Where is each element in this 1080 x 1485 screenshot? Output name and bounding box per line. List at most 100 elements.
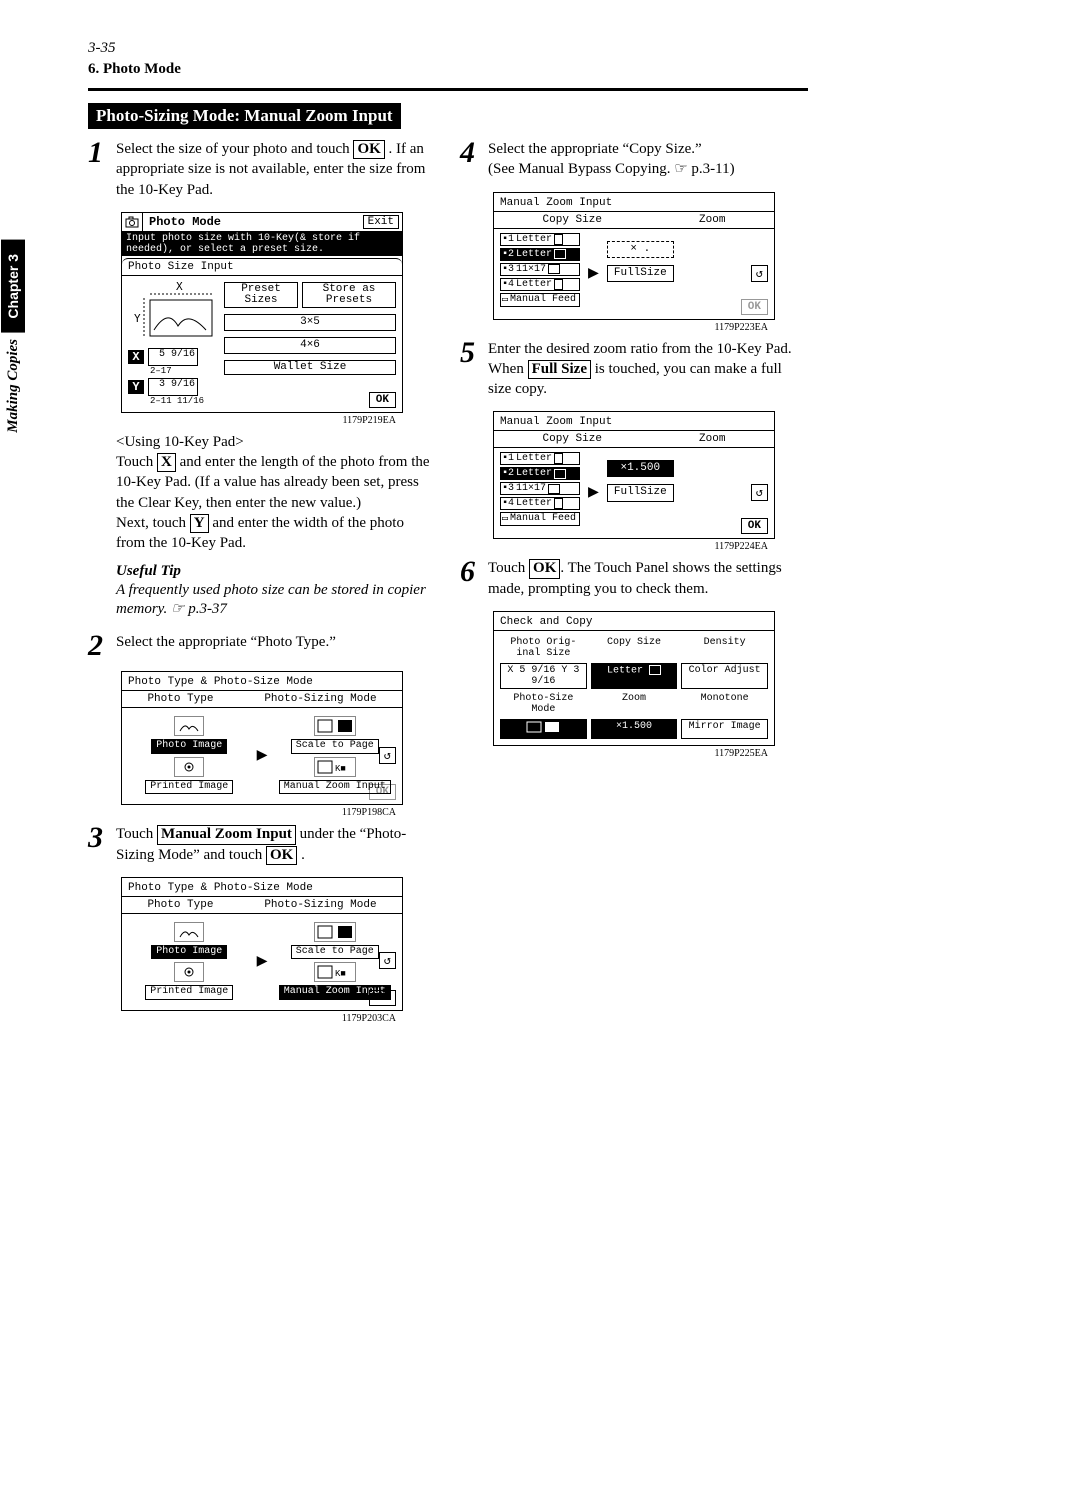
letter-portrait-button[interactable]: ▪1Letter — [500, 233, 580, 246]
arrow-right-icon: ▶ — [257, 744, 268, 766]
panel-instruction: Input photo size with 10-Key(& store if … — [122, 232, 402, 256]
col-zoom: Zoom — [699, 214, 725, 226]
undo-button[interactable]: ↺ — [379, 747, 396, 764]
manual-feed-button[interactable]: ▭Manual Feed — [500, 293, 580, 307]
y-key: Y — [190, 514, 209, 533]
panel-title: Manual Zoom Input — [494, 195, 774, 212]
rule — [88, 88, 808, 91]
hdr-photo-size-mode: Photo-Size Mode — [500, 693, 587, 715]
panel-title: Photo Mode — [143, 213, 360, 231]
using-10key-heading: <Using 10-Key Pad> — [116, 432, 436, 452]
manual-feed-button[interactable]: ▭Manual Feed — [500, 512, 580, 526]
col-copy-size: Copy Size — [543, 214, 602, 226]
figure-caption: 1179P219EA — [88, 415, 396, 426]
val-photo-size-mode[interactable] — [500, 719, 587, 739]
tray3-icon: ▪3 — [502, 483, 514, 494]
step-1-text: Select the size of your photo and touch … — [116, 139, 436, 200]
y-label[interactable]: Y — [128, 380, 144, 394]
figure-caption: 1179P224EA — [460, 541, 768, 552]
fullsize-button[interactable]: FullSize — [607, 265, 674, 282]
landscape-icon — [554, 469, 566, 479]
printed-image-button[interactable]: Printed Image — [145, 985, 233, 1000]
undo-button[interactable]: ↺ — [379, 952, 396, 969]
size-4x6-button[interactable]: 4×6 — [224, 337, 396, 354]
figure-caption: 1179P223EA — [460, 322, 768, 333]
11x17-button[interactable]: ▪311×17 — [500, 263, 580, 276]
step-number-5: 5 — [460, 339, 478, 400]
fullsize-key: Full Size — [528, 360, 591, 379]
photo-image-button[interactable]: Photo Image — [151, 945, 227, 960]
section-heading: 6. Photo Mode — [88, 61, 1000, 78]
photo-image-button[interactable]: Photo Image — [151, 739, 227, 754]
step-number-2: 2 — [88, 632, 106, 659]
landscape-icon — [554, 249, 566, 259]
manual-zoom-icon: K■ — [314, 757, 356, 777]
hdr-copy-size: Copy Size — [591, 637, 678, 659]
portrait-icon — [554, 453, 563, 464]
undo-button[interactable]: ↺ — [751, 484, 768, 501]
x-label[interactable]: X — [128, 350, 144, 364]
step-number-6: 6 — [460, 558, 478, 599]
col-photo-type: Photo Type — [147, 899, 213, 911]
scale-to-page-button[interactable]: Scale to Page — [291, 945, 379, 960]
chapter-tab: Chapter 3 — [1, 240, 25, 333]
hdr-monotone: Monotone — [681, 693, 768, 715]
exit-button[interactable]: Exit — [363, 215, 399, 229]
11x17-button[interactable]: ▪311×17 — [500, 482, 580, 495]
ok-key: OK — [529, 559, 560, 578]
printed-image-button[interactable]: Printed Image — [145, 780, 233, 795]
ok-button-disabled: OK — [741, 299, 768, 315]
step-6-text: Touch OK. The Touch Panel shows the sett… — [488, 558, 808, 599]
manual-feed-icon: ▭ — [502, 294, 508, 306]
step-1-x-instruction: Touch X and enter the length of the phot… — [116, 452, 436, 513]
svg-text:X: X — [176, 280, 183, 293]
xy-diagram: X Y X5 9/16 2–17 Y3 9/16 2–11 11/16 — [128, 280, 218, 406]
panel-subhead: Photo Size Input — [122, 258, 402, 276]
ok-button[interactable]: OK — [369, 392, 396, 408]
panel-manual-zoom-1: Manual Zoom Input Copy Size Zoom ▪1Letter… — [493, 192, 775, 320]
tray4-icon: ▪4 — [502, 498, 514, 509]
ok-button[interactable]: OK — [741, 518, 768, 534]
svg-text:Y: Y — [134, 312, 141, 325]
ok-key: OK — [266, 846, 297, 865]
step-number-3: 3 — [88, 824, 106, 865]
manual-zoom-input-key: Manual Zoom Input — [157, 825, 296, 844]
letter-landscape-button[interactable]: ▪2Letter — [500, 248, 580, 261]
size-3x5-button[interactable]: 3×5 — [224, 314, 396, 331]
btn-mirror-image[interactable]: Mirror Image — [681, 719, 768, 739]
val-zoom[interactable]: ×1.500 — [591, 719, 678, 739]
col-sizing-mode: Photo-Sizing Mode — [264, 693, 376, 705]
photo-icon — [174, 922, 204, 942]
ok-key: OK — [353, 140, 384, 159]
figure-caption: 1179P225EA — [460, 748, 768, 759]
letter-portrait2-button[interactable]: ▪4Letter — [500, 278, 580, 291]
fullsize-button[interactable]: FullSize — [607, 484, 674, 501]
step-3-text: Touch Manual Zoom Input under the “Photo… — [116, 824, 436, 865]
portrait-icon — [554, 279, 563, 290]
preset-sizes-button[interactable]: Preset Sizes — [224, 282, 298, 308]
printed-icon — [174, 757, 204, 777]
undo-button[interactable]: ↺ — [751, 265, 768, 282]
letter-portrait2-button[interactable]: ▪4Letter — [500, 497, 580, 510]
tray2-icon: ▪2 — [502, 468, 514, 479]
zoom-value: × . — [607, 241, 674, 258]
mode-heading: Photo-Sizing Mode: Manual Zoom Input — [88, 103, 401, 129]
x-key: X — [157, 453, 176, 472]
ok-button[interactable]: OK — [369, 990, 396, 1006]
step-5-text: Enter the desired zoom ratio from the 10… — [488, 339, 808, 400]
val-orig-size[interactable]: X 5 9/16 Y 3 9/16 — [500, 663, 587, 689]
scale-to-page-button[interactable]: Scale to Page — [291, 739, 379, 754]
step-2-text: Select the appropriate “Photo Type.” — [116, 632, 336, 659]
btn-color-adjust[interactable]: Color Adjust — [681, 663, 768, 689]
store-presets-button[interactable]: Store as Presets — [302, 282, 396, 308]
val-copy-size[interactable]: Letter — [591, 663, 678, 689]
letter-portrait-button[interactable]: ▪1Letter — [500, 452, 580, 465]
size-wallet-button[interactable]: Wallet Size — [224, 360, 396, 375]
tray4-icon: ▪4 — [502, 279, 514, 290]
col-photo-type: Photo Type — [147, 693, 213, 705]
letter-landscape-button[interactable]: ▪2Letter — [500, 467, 580, 480]
svg-text:K■: K■ — [335, 969, 346, 979]
figure-caption: 1179P203CA — [88, 1013, 396, 1024]
portrait-icon — [554, 234, 563, 245]
useful-tip-text: A frequently used photo size can be stor… — [116, 582, 436, 618]
